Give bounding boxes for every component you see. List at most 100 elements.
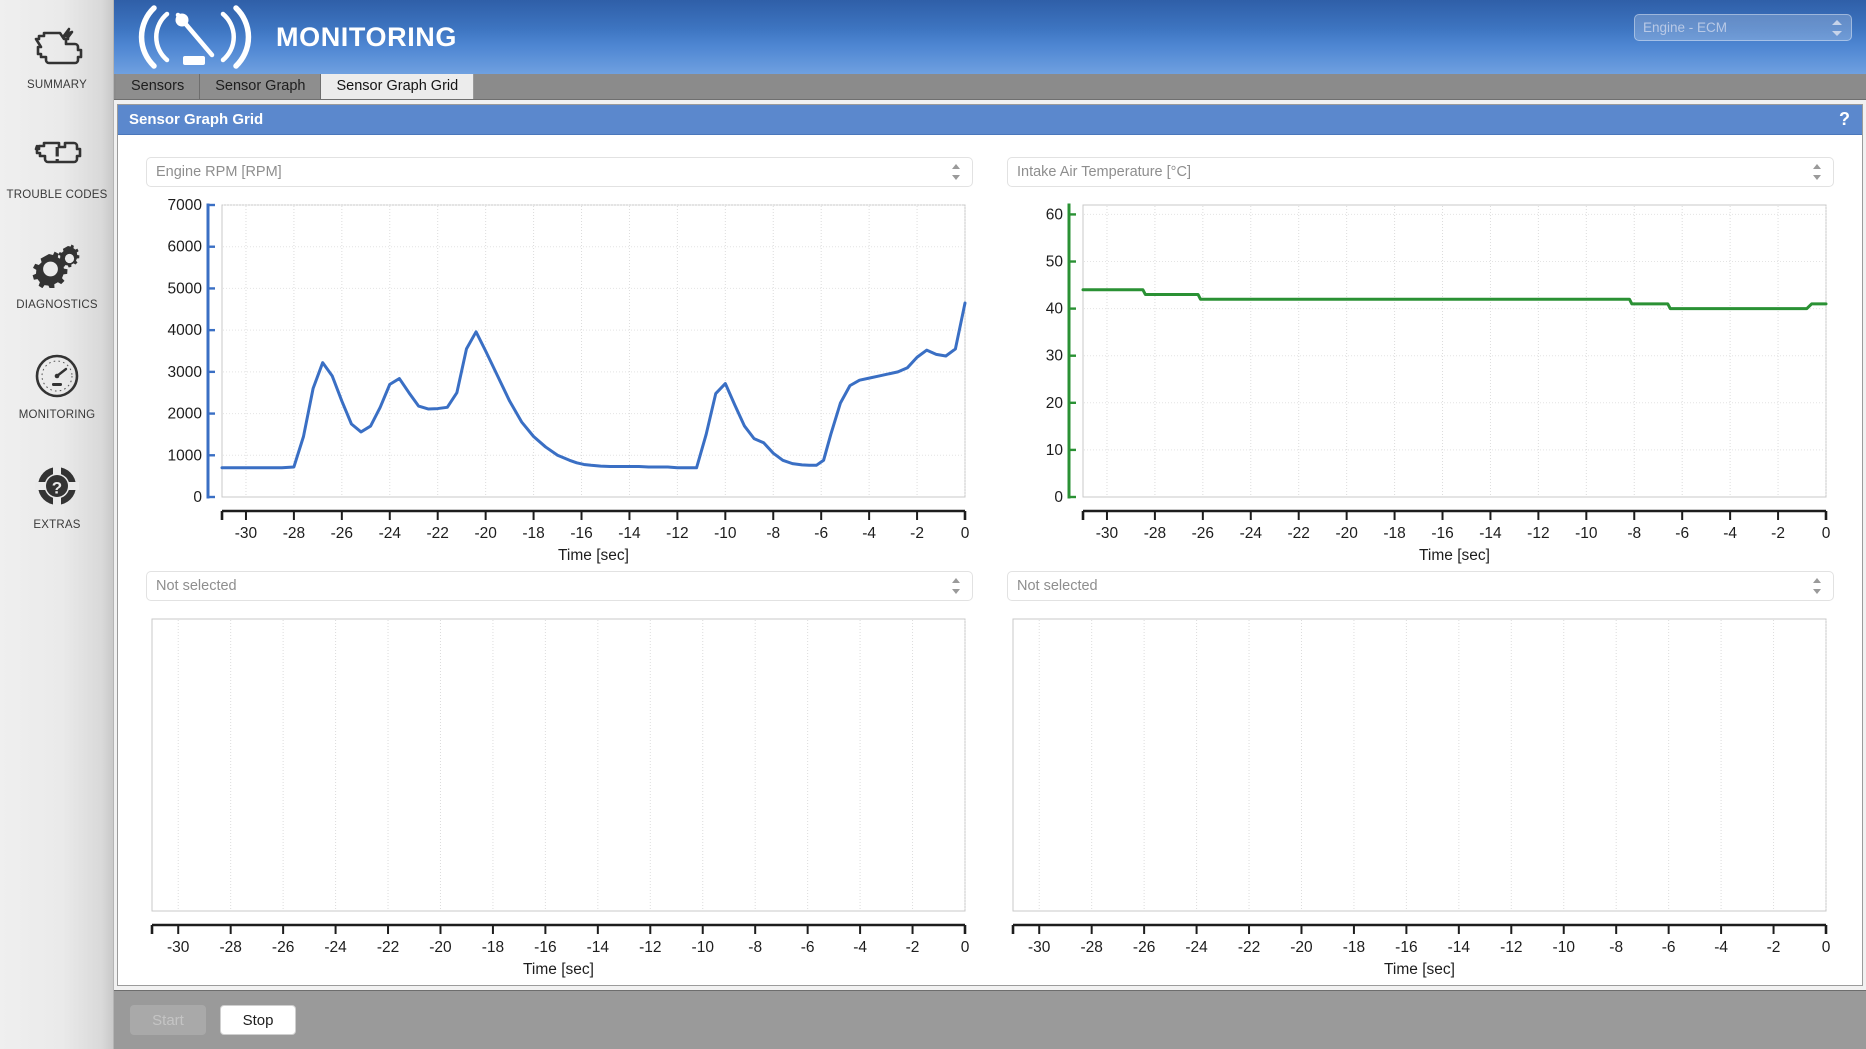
svg-text:-6: -6 [814, 525, 828, 542]
sensor-select-value: Engine RPM [RPM] [156, 164, 282, 180]
app-header: MONITORING Engine - ECM [114, 0, 1866, 74]
help-wheel-icon: ? [29, 460, 85, 512]
svg-text:-8: -8 [748, 939, 762, 956]
sidebar-item-label: MONITORING [18, 408, 96, 421]
svg-text:-18: -18 [482, 939, 504, 956]
stepper-up-down-icon [1813, 163, 1824, 181]
svg-text:-16: -16 [1395, 939, 1417, 956]
panel-title: Sensor Graph Grid [129, 111, 264, 128]
svg-text:-10: -10 [1553, 939, 1576, 956]
svg-text:-12: -12 [639, 939, 661, 956]
sensor-select-iat[interactable]: Intake Air Temperature [°C] [1007, 157, 1834, 187]
svg-text:-10: -10 [1575, 525, 1598, 542]
svg-text:-18: -18 [1383, 525, 1405, 542]
page-title: MONITORING [276, 21, 457, 52]
svg-text:-2: -2 [1767, 939, 1781, 956]
panel-header: Sensor Graph Grid ? [118, 105, 1862, 135]
svg-text:-26: -26 [272, 939, 294, 956]
speedometer-logo-icon [120, 0, 270, 74]
chart-cell-iat: Intake Air Temperature [°C] 0 10 20 30 40 50 6… [1007, 157, 1834, 565]
chart-grid: Engine RPM [RPM] 0 1000 2000 3000 4000 5000 60… [118, 135, 1862, 985]
stepper-up-down-icon [1832, 19, 1843, 37]
stepper-up-down-icon [1813, 577, 1824, 595]
svg-text:20: 20 [1046, 395, 1064, 412]
chart-cell-empty-1: Not selected -30 -28 -26 -24 -22 -20 -18 -16 -14… [146, 571, 973, 979]
svg-text:-26: -26 [331, 525, 353, 542]
sidebar-item-label: TROUBLE CODES [6, 188, 108, 201]
svg-text:-24: -24 [379, 525, 402, 542]
tab-bar: Sensors Sensor Graph Sensor Graph Grid [114, 74, 1866, 100]
svg-text:-28: -28 [1144, 525, 1166, 542]
sensor-select-empty-2[interactable]: Not selected [1007, 571, 1834, 601]
svg-text:-30: -30 [1028, 939, 1051, 956]
svg-text:-22: -22 [377, 939, 399, 956]
plot-empty-1: -30 -28 -26 -24 -22 -20 -18 -16 -14 -12 -10 -8 -6 -4-… [146, 613, 973, 979]
svg-text:10: 10 [1046, 442, 1064, 459]
stepper-up-down-icon [952, 577, 963, 595]
svg-text:30: 30 [1046, 348, 1064, 365]
svg-text:-22: -22 [427, 525, 449, 542]
sensor-graph-grid-panel: Sensor Graph Grid ? Engine RPM [RPM] 0 10… [117, 104, 1863, 986]
svg-text:-14: -14 [1479, 525, 1502, 542]
svg-text:-24: -24 [1185, 939, 1208, 956]
panel-wrapper: Sensor Graph Grid ? Engine RPM [RPM] 0 10… [114, 100, 1866, 1049]
svg-text:-4: -4 [853, 939, 867, 956]
svg-text:7000: 7000 [168, 199, 203, 214]
sidebar-item-label: SUMMARY [27, 78, 87, 91]
svg-text:-16: -16 [570, 525, 592, 542]
sensor-select-empty-1[interactable]: Not selected [146, 571, 973, 601]
svg-text:0: 0 [1054, 489, 1063, 506]
svg-text:-4: -4 [1723, 525, 1737, 542]
sidebar-item-extras[interactable]: ? EXTRAS [0, 440, 114, 550]
svg-text:-26: -26 [1133, 939, 1155, 956]
svg-text:-6: -6 [801, 939, 815, 956]
sidebar-item-trouble-codes[interactable]: TROUBLE CODES [0, 110, 114, 220]
svg-text:-2: -2 [910, 525, 924, 542]
svg-text:-8: -8 [1627, 525, 1641, 542]
svg-text:1000: 1000 [168, 447, 203, 464]
svg-text:-28: -28 [283, 525, 305, 542]
svg-text:5000: 5000 [168, 280, 203, 297]
sidebar-item-summary[interactable]: SUMMARY [0, 0, 114, 110]
chart-cell-empty-2: Not selected -30 -28 -26 -24 -22 -20 -18 -16 -14… [1007, 571, 1834, 979]
svg-text:-22: -22 [1238, 939, 1260, 956]
svg-text:-24: -24 [324, 939, 347, 956]
tab-sensors[interactable]: Sensors [116, 74, 201, 99]
svg-text:-26: -26 [1192, 525, 1214, 542]
svg-text:-8: -8 [1609, 939, 1623, 956]
plot-empty-2: -30 -28 -26 -24 -22 -20 -18 -16 -14 -12 -10 -8 -6 -4-… [1007, 613, 1834, 979]
gears-icon [29, 240, 85, 292]
question-mark-icon[interactable]: ? [1839, 109, 1850, 130]
plot-engine-rpm: 0 1000 2000 3000 4000 5000 6000 7000 -30 -28 -26 -2… [146, 199, 973, 565]
tab-sensor-graph-grid[interactable]: Sensor Graph Grid [321, 74, 475, 99]
sidebar-item-diagnostics[interactable]: DIAGNOSTICS [0, 220, 114, 330]
plot-intake-air-temperature: 0 10 20 30 40 50 60 -30 -28 -26 -24 -22 -20 -18 -16 -14… [1007, 199, 1834, 565]
sensor-select-value: Intake Air Temperature [°C] [1017, 164, 1191, 180]
svg-text:-30: -30 [167, 939, 190, 956]
stop-button[interactable]: Stop [220, 1005, 296, 1035]
tab-sensor-graph[interactable]: Sensor Graph [200, 74, 322, 99]
svg-text:-30: -30 [1096, 525, 1119, 542]
engine-warning-icon [29, 130, 85, 182]
svg-text:?: ? [52, 478, 62, 497]
svg-text:2000: 2000 [168, 406, 203, 423]
sidebar-item-monitoring[interactable]: MONITORING [0, 330, 114, 440]
engine-lightning-icon [29, 20, 85, 72]
svg-text:-16: -16 [1431, 525, 1453, 542]
svg-text:-12: -12 [1527, 525, 1549, 542]
ecu-select[interactable]: Engine - ECM [1634, 14, 1852, 41]
svg-text:-20: -20 [1335, 525, 1358, 542]
svg-text:-20: -20 [429, 939, 452, 956]
svg-text:40: 40 [1046, 301, 1064, 318]
gauge-icon [29, 350, 85, 402]
ecu-select-value: Engine - ECM [1643, 20, 1728, 35]
start-button[interactable]: Start [130, 1005, 206, 1035]
svg-text:-2: -2 [1771, 525, 1785, 542]
svg-text:-24: -24 [1240, 525, 1263, 542]
svg-text:-4: -4 [862, 525, 876, 542]
sensor-select-rpm[interactable]: Engine RPM [RPM] [146, 157, 973, 187]
svg-text:-6: -6 [1662, 939, 1676, 956]
svg-text:Time [sec]: Time [sec] [523, 961, 594, 978]
svg-text:-14: -14 [1448, 939, 1471, 956]
svg-text:Time [sec]: Time [sec] [1384, 961, 1455, 978]
